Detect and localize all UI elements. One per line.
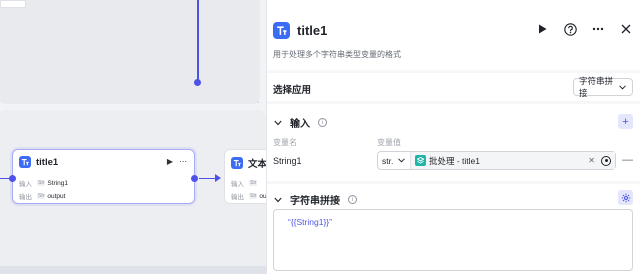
type-badge: Str [249, 180, 258, 186]
node-config-panel: title1 用于处理多个字符串类型变量的格式 选择应用 字符串拼接 输入 i … [266, 0, 640, 274]
edge-arrow-icon [215, 174, 221, 182]
node-output-port[interactable] [191, 175, 198, 182]
chevron-down-icon[interactable] [273, 118, 282, 127]
more-icon[interactable]: ⋯ [179, 157, 187, 166]
variable-value-field[interactable]: str. 批处理 - title1 ✕ [377, 151, 616, 170]
input-section-title: 输入 [290, 119, 310, 130]
settings-gear-button[interactable] [618, 190, 633, 205]
chevron-down-icon[interactable] [273, 195, 282, 204]
add-variable-button[interactable]: + [618, 114, 633, 129]
gear-icon [621, 193, 630, 202]
input-section: 输入 i + 变量名 变量值 String1 str. 批处理 - title1… [267, 104, 640, 181]
node-input-row: 输入 Str String1 [19, 178, 68, 189]
node-input-row: 输入 Str [231, 178, 258, 188]
help-icon[interactable] [563, 22, 577, 36]
type-select[interactable]: str. [378, 152, 411, 169]
connection-handle[interactable] [194, 79, 201, 86]
chevron-down-icon [619, 83, 627, 92]
column-header-name: 变量名 [273, 138, 297, 147]
type-badge: Str [249, 193, 258, 199]
node-title: 文本处 [248, 159, 266, 170]
node-output-label: 输出 [19, 194, 32, 201]
panel-header: title1 用于处理多个字符串类型变量的格式 [267, 0, 640, 70]
clear-icon[interactable]: ✕ [588, 156, 595, 165]
chevron-down-icon [397, 156, 406, 165]
select-app-label: 选择应用 [273, 85, 312, 96]
node-text-process[interactable]: 文本处 输入 Str 输出 Strou [224, 149, 266, 204]
canvas-bottom-strip [0, 266, 266, 274]
text-process-icon [19, 156, 31, 168]
type-badge: Str [37, 193, 46, 199]
concat-section-title: 字符串拼接 [290, 196, 340, 207]
run-icon[interactable] [535, 22, 549, 36]
select-app-section: 选择应用 字符串拼接 [267, 73, 640, 101]
panel-title[interactable]: title1 [297, 22, 327, 39]
run-icon[interactable]: ▶ [167, 157, 173, 166]
node-input-label: 输入 [19, 181, 32, 188]
concat-template-editor[interactable]: “{{String1}}” [273, 209, 633, 271]
workflow-canvas[interactable]: title1 ▶ ⋯ 输入 Str String1 输出 Str output 文本… [0, 0, 266, 274]
remove-variable-button[interactable]: — [622, 154, 633, 166]
info-icon[interactable]: i [348, 195, 357, 204]
node-output-value: ou [259, 192, 266, 200]
column-header-value: 变量值 [377, 138, 401, 147]
node-output-label: 输出 [231, 194, 244, 201]
canvas-chip[interactable] [0, 0, 26, 8]
more-icon[interactable] [591, 22, 605, 36]
variable-reference[interactable]: 批处理 - title1 ✕ [411, 152, 615, 169]
node-input-value: String1 [47, 179, 68, 187]
close-icon[interactable] [619, 22, 633, 36]
node-title: title1 [36, 156, 59, 168]
reference-text: 批处理 - title1 [429, 155, 481, 166]
node-output-value: output [47, 192, 66, 200]
text-process-icon [231, 157, 243, 169]
type-badge: Str [37, 180, 46, 186]
node-output-row: 输出 Str output [19, 191, 66, 202]
input-section-header[interactable]: 输入 i [273, 115, 327, 130]
node-title1[interactable]: title1 ▶ ⋯ 输入 Str String1 输出 Str output [9, 149, 198, 204]
info-icon[interactable]: i [318, 118, 327, 127]
target-icon[interactable] [601, 155, 611, 166]
app-select-value: 字符串拼接 [579, 76, 614, 98]
node-output-row: 输出 Str ou [231, 191, 266, 202]
canvas-group-top [0, 0, 260, 104]
batch-node-icon [415, 155, 426, 166]
variable-name[interactable]: String1 [273, 156, 302, 166]
connection-vertical-edge [197, 0, 199, 82]
type-select-value: str. [382, 155, 394, 166]
panel-description[interactable]: 用于处理多个字符串类型变量的格式 [273, 49, 401, 60]
concat-section: 字符串拼接 i “{{String1}}” [267, 184, 640, 274]
app-select[interactable]: 字符串拼接 [573, 76, 633, 98]
node-input-port[interactable] [9, 175, 16, 182]
concat-section-header[interactable]: 字符串拼接 i [273, 192, 357, 207]
template-text: “{{String1}}” [288, 217, 332, 227]
text-process-icon [273, 22, 290, 39]
node-input-label: 输入 [231, 181, 244, 188]
